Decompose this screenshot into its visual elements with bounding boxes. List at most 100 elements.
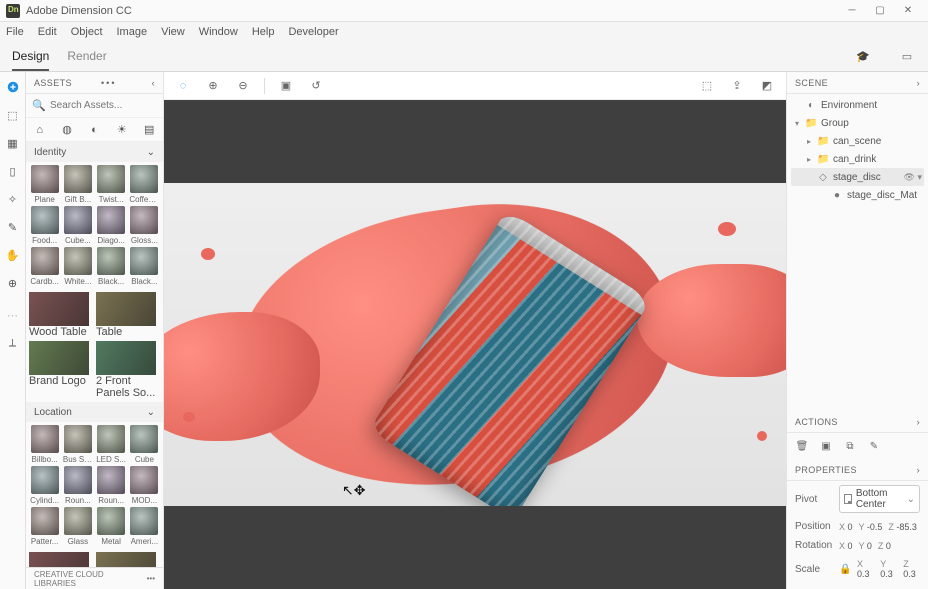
asset-thumb[interactable]: Roun...: [96, 466, 127, 505]
menu-edit[interactable]: Edit: [38, 26, 57, 38]
tab-render[interactable]: Render: [67, 43, 106, 71]
asset-thumb[interactable]: Roun...: [62, 466, 93, 505]
chevron-right-icon[interactable]: ▸: [805, 155, 813, 164]
action-sample-icon[interactable]: ✎: [867, 439, 881, 453]
orbit-tool-icon[interactable]: ◌: [174, 77, 192, 95]
asset-thumb[interactable]: Ameri...: [129, 507, 160, 546]
feedback-icon[interactable]: ▭: [898, 48, 916, 66]
window-minimize-button[interactable]: ─: [838, 0, 866, 22]
learn-icon[interactable]: 🎓: [854, 48, 872, 66]
asset-thumb[interactable]: Food...: [29, 206, 60, 245]
asset-thumb[interactable]: Gloss...: [129, 206, 160, 245]
menu-image[interactable]: Image: [117, 26, 148, 38]
horizon-tool-icon[interactable]: ⟂: [4, 334, 22, 352]
asset-thumb[interactable]: Brand Logo: [29, 341, 93, 399]
asset-thumb[interactable]: Cube...: [62, 206, 93, 245]
visibility-icon[interactable]: 👁 ▾: [904, 172, 922, 183]
filter-materials-icon[interactable]: ◐: [86, 124, 102, 136]
asset-thumb[interactable]: Gallery: [96, 552, 160, 567]
filter-images-icon[interactable]: ▤: [141, 123, 157, 136]
properties-collapse-icon[interactable]: ›: [917, 465, 920, 475]
scale-x[interactable]: 0.3: [857, 569, 870, 579]
asset-thumb[interactable]: Black...: [129, 247, 160, 286]
asset-thumb[interactable]: Black...: [96, 247, 127, 286]
asset-thumb[interactable]: City Backdrop: [29, 552, 93, 567]
position-y[interactable]: -0.5: [867, 522, 883, 532]
rotation-z[interactable]: 0: [886, 541, 891, 551]
action-delete-icon[interactable]: 🗑: [795, 439, 809, 453]
filter-home-icon[interactable]: ⌂: [32, 124, 48, 136]
actions-collapse-icon[interactable]: ›: [917, 417, 920, 427]
scene-node-can-drink[interactable]: ▸ 📁 can_drink: [791, 150, 924, 168]
menu-file[interactable]: File: [6, 26, 24, 38]
asset-thumb[interactable]: Bus St...: [62, 425, 93, 464]
asset-thumb[interactable]: Glass: [62, 507, 93, 546]
hand-tool-icon[interactable]: ✋: [4, 246, 22, 264]
asset-thumb[interactable]: Metal: [96, 507, 127, 546]
asset-thumb[interactable]: Cube: [129, 425, 160, 464]
filter-models-icon[interactable]: ◍: [59, 123, 75, 136]
filter-lights-icon[interactable]: ☀: [114, 123, 130, 136]
scene-node-environment[interactable]: ◐ Environment: [791, 96, 924, 114]
window-maximize-button[interactable]: ▢: [866, 0, 894, 22]
asset-thumb[interactable]: Wood Table: [29, 292, 93, 338]
add-tool-icon[interactable]: [4, 78, 22, 96]
asset-thumb[interactable]: Table: [96, 292, 160, 338]
asset-thumb[interactable]: LED S...: [96, 425, 127, 464]
asset-thumb[interactable]: Patter...: [29, 507, 60, 546]
camera-bookmark-icon[interactable]: ▣: [277, 77, 295, 95]
assets-search-input[interactable]: [48, 98, 164, 113]
position-z[interactable]: -85.3: [896, 522, 917, 532]
action-group-icon[interactable]: ▣: [819, 439, 833, 453]
sample-tool-icon[interactable]: ▯: [4, 162, 22, 180]
camera-undo-icon[interactable]: ↺: [307, 77, 325, 95]
asset-thumb[interactable]: Twist...: [96, 165, 127, 204]
scale-y[interactable]: 0.3: [880, 569, 893, 579]
asset-thumb[interactable]: Diago...: [96, 206, 127, 245]
asset-thumb[interactable]: MOD...: [129, 466, 160, 505]
pan-tool-icon[interactable]: ⊕: [204, 77, 222, 95]
eyedropper-tool-icon[interactable]: ✎: [4, 218, 22, 236]
select-tool-icon[interactable]: ⬚: [4, 106, 22, 124]
lock-icon[interactable]: 🔒: [839, 564, 849, 575]
assets-section-location[interactable]: Location ⌄: [26, 402, 163, 422]
scale-z[interactable]: 0.3: [903, 569, 916, 579]
asset-thumb[interactable]: 2 Front Panels So...: [96, 341, 160, 399]
scene-node-stage-disc[interactable]: ◇ stage_disc 👁 ▾: [791, 168, 924, 186]
assets-more-icon[interactable]: •••: [101, 78, 116, 88]
chevron-right-icon[interactable]: ▸: [805, 137, 813, 146]
menu-window[interactable]: Window: [199, 26, 238, 38]
render-preview-icon[interactable]: ⬚: [698, 77, 716, 95]
action-duplicate-icon[interactable]: ⧉: [843, 439, 857, 453]
scene-node-group[interactable]: ▾ 📁 Group: [791, 114, 924, 132]
tab-design[interactable]: Design: [12, 43, 49, 71]
menu-developer[interactable]: Developer: [288, 26, 338, 38]
scene-node-can-scene[interactable]: ▸ 📁 can_scene: [791, 132, 924, 150]
dolly-tool-icon[interactable]: ⊖: [234, 77, 252, 95]
viewport[interactable]: ↖✥: [164, 100, 786, 589]
menu-object[interactable]: Object: [71, 26, 103, 38]
scene-node-stage-disc-mat[interactable]: ● stage_disc_Mat: [791, 186, 924, 204]
asset-thumb[interactable]: Gift B...: [62, 165, 93, 204]
rotation-x[interactable]: 0: [848, 541, 853, 551]
cc-libraries-header[interactable]: CREATIVE CLOUD LIBRARIES •••: [26, 567, 163, 589]
asset-thumb[interactable]: Coffee...: [129, 165, 160, 204]
magic-wand-tool-icon[interactable]: ✧: [4, 190, 22, 208]
asset-thumb[interactable]: Billbo...: [29, 425, 60, 464]
asset-thumb[interactable]: White...: [62, 247, 93, 286]
asset-thumb[interactable]: Cylind...: [29, 466, 60, 505]
scene-collapse-icon[interactable]: ›: [917, 78, 920, 88]
pivot-select[interactable]: Bottom Center ⌄: [839, 485, 920, 513]
move-tool-icon[interactable]: ▦: [4, 134, 22, 152]
window-close-button[interactable]: ✕: [894, 0, 922, 22]
chevron-down-icon[interactable]: ▾: [793, 119, 801, 128]
assets-collapse-icon[interactable]: ‹: [152, 78, 155, 88]
zoom-tool-icon[interactable]: ⊕: [4, 274, 22, 292]
render-settings-icon[interactable]: ◩: [758, 77, 776, 95]
asset-thumb[interactable]: Plane: [29, 165, 60, 204]
assets-section-identity[interactable]: Identity ⌄: [26, 142, 163, 162]
menu-help[interactable]: Help: [252, 26, 275, 38]
rotation-y[interactable]: 0: [867, 541, 872, 551]
menu-view[interactable]: View: [161, 26, 185, 38]
cc-libraries-more-icon[interactable]: •••: [147, 574, 155, 583]
